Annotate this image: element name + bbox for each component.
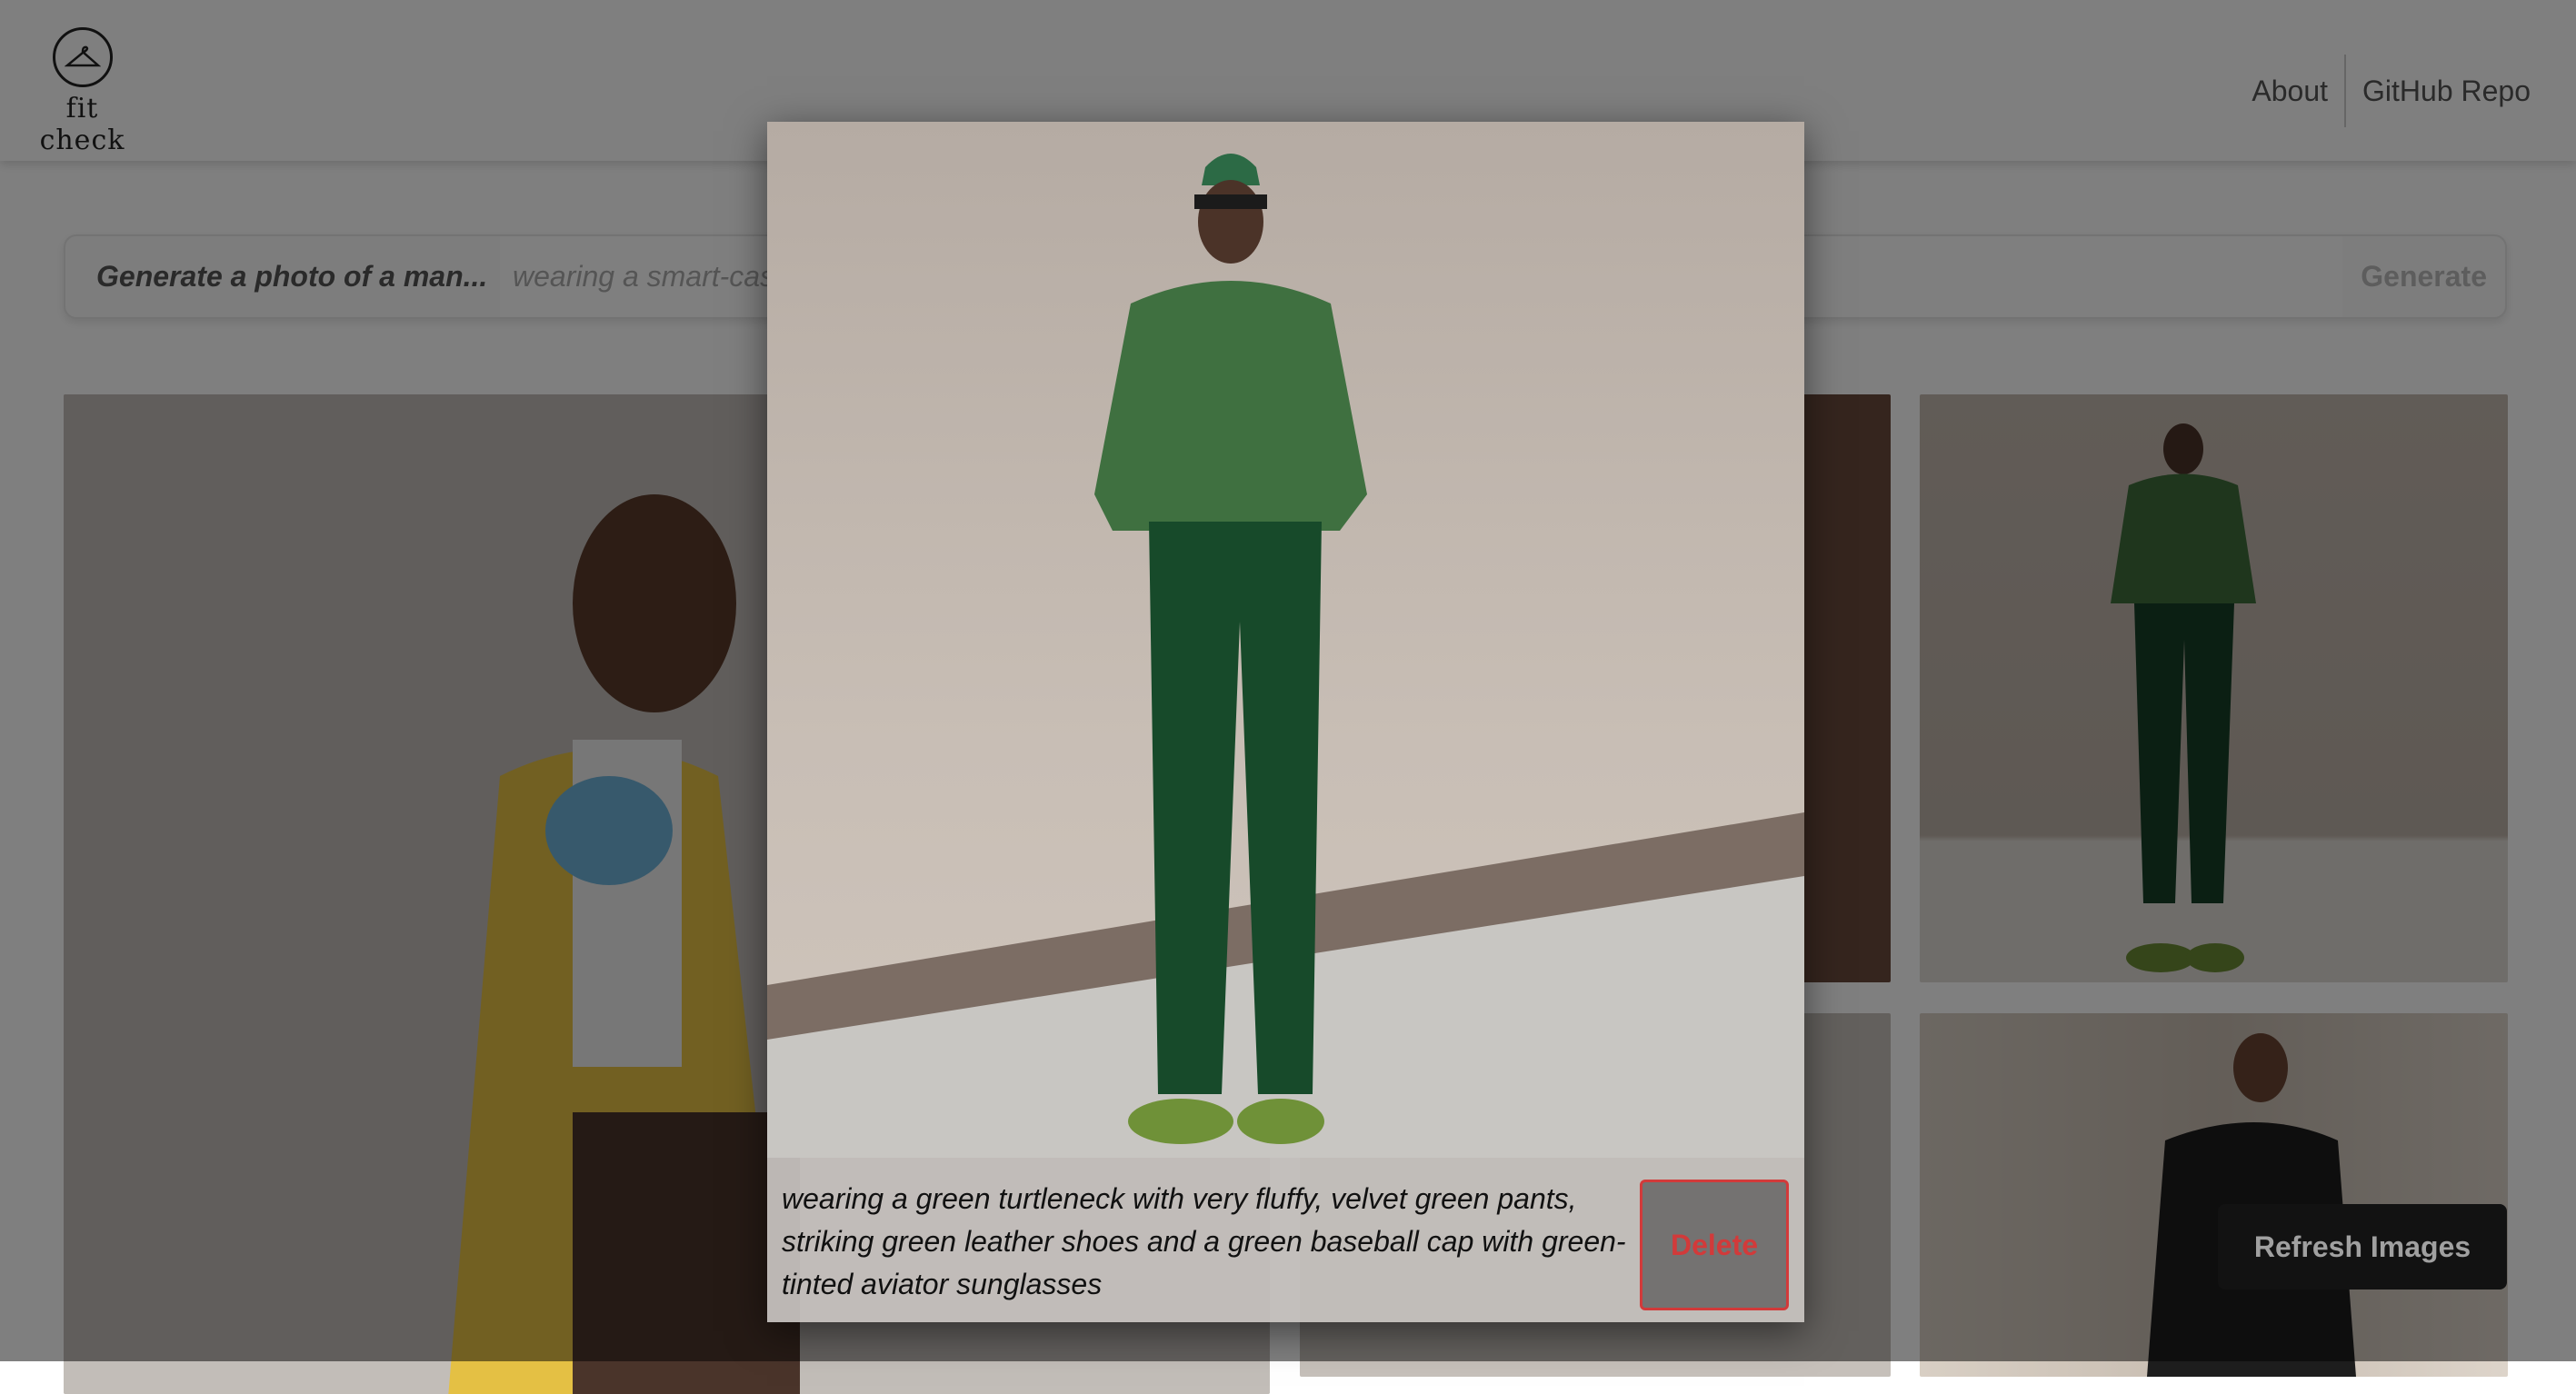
- modal-image: [767, 122, 1804, 1158]
- modal-caption: wearing a green turtleneck with very flu…: [767, 1158, 1804, 1322]
- image-modal: wearing a green turtleneck with very flu…: [767, 122, 1804, 1322]
- refresh-images-button[interactable]: Refresh Images: [2218, 1204, 2507, 1289]
- man-green-outfit-photo: [767, 122, 1804, 1158]
- page: fit check About GitHub Repo Generate a p…: [0, 0, 2576, 1361]
- caption-text: wearing a green turtleneck with very flu…: [767, 1158, 1631, 1322]
- delete-button[interactable]: Delete: [1640, 1180, 1789, 1310]
